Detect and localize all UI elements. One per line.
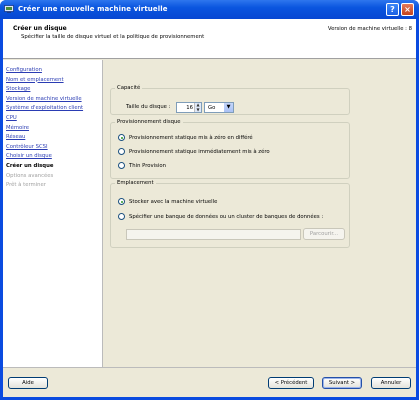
disk-size-stepper[interactable]: 16 ▲ ▼ [176,102,202,113]
provisioning-legend: Provisionnement disque [117,119,181,125]
location-legend: Emplacement [117,180,154,186]
step-network[interactable]: Réseau [6,133,102,143]
disk-size-spin-buttons[interactable]: ▲ ▼ [194,102,201,112]
provisioning-group: Provisionnement disque Provisionnement s… [110,119,350,179]
step-ready-to-complete: Prêt à terminer [6,182,46,189]
step-name-location[interactable]: Nom et emplacement [6,76,102,86]
step-cpu[interactable]: CPU [6,114,102,124]
title-close-button[interactable]: × [401,3,414,16]
wizard-footer: Aide < Précédent Suivant > Annuler [3,367,416,397]
disk-unit-select[interactable]: Go ▼ [204,102,234,113]
disk-size-label: Taille du disque : [126,104,171,110]
step-select-disk[interactable]: Choisir un disque [6,152,102,162]
step-storage[interactable]: Stockage [6,85,102,95]
next-button[interactable]: Suivant > [322,377,362,389]
page-subtitle: Spécifier la taille de disque virtuel et… [21,34,205,40]
step-memory[interactable]: Mémoire [6,124,102,134]
radio-eager-zeroed[interactable] [118,148,125,155]
vm-version-label: Version de machine virtuelle : 8 [327,26,412,32]
wizard-header: Créer un disque Spécifier la taille de d… [3,19,416,59]
title-help-button[interactable]: ? [386,3,399,16]
radio-lazy-zeroed[interactable] [118,134,125,141]
radio-store-with-vm-label[interactable]: Stocker avec la machine virtuelle [129,199,217,205]
spin-down-icon[interactable]: ▼ [195,107,201,112]
capacity-group: Capacité Taille du disque : 16 ▲ ▼ Go ▼ [110,85,350,115]
radio-eager-zeroed-label[interactable]: Provisionnement statique immédiatement m… [129,149,270,155]
capacity-legend: Capacité [117,85,141,91]
step-scsi-controller[interactable]: Contrôleur SCSI [6,143,102,153]
disk-unit-value: Go [208,105,216,111]
content-panel: Capacité Taille du disque : 16 ▲ ▼ Go ▼ … [103,60,416,367]
browse-button[interactable]: Parcourir... [303,228,345,240]
step-create-disk: Créer un disque [6,162,54,169]
radio-specify-datastore[interactable] [118,213,125,220]
step-advanced-options: Options avancées [6,172,54,179]
previous-button[interactable]: < Précédent [268,377,314,389]
radio-store-with-vm[interactable] [118,198,125,205]
page-title: Créer un disque [13,25,67,32]
step-guest-os[interactable]: Système d'exploitation client [6,104,102,114]
step-configuration[interactable]: Configuration [6,66,102,76]
title-bar[interactable]: Créer une nouvelle machine virtuelle ? × [0,0,419,19]
wizard-window: Créer une nouvelle machine virtuelle ? ×… [0,0,419,400]
radio-specify-datastore-label[interactable]: Spécifier une banque de données ou un cl… [129,214,323,220]
radio-thin-provision-label[interactable]: Thin Provision [129,163,166,169]
window-title: Créer une nouvelle machine virtuelle [18,5,168,13]
step-vm-version[interactable]: Version de machine virtuelle [6,95,102,105]
disk-size-value: 16 [186,105,193,111]
wizard-client: Créer un disque Spécifier la taille de d… [3,19,416,397]
cancel-button[interactable]: Annuler [371,377,411,389]
steps-panel: Configuration Nom et emplacement Stockag… [3,60,103,367]
radio-thin-provision[interactable] [118,162,125,169]
chevron-down-icon[interactable]: ▼ [224,103,233,112]
vm-app-icon [4,5,14,13]
radio-lazy-zeroed-label[interactable]: Provisionnement statique mis à zéro en d… [129,135,253,141]
help-button[interactable]: Aide [8,377,48,389]
location-group: Emplacement Stocker avec la machine virt… [110,180,350,248]
datastore-field[interactable] [126,229,301,240]
